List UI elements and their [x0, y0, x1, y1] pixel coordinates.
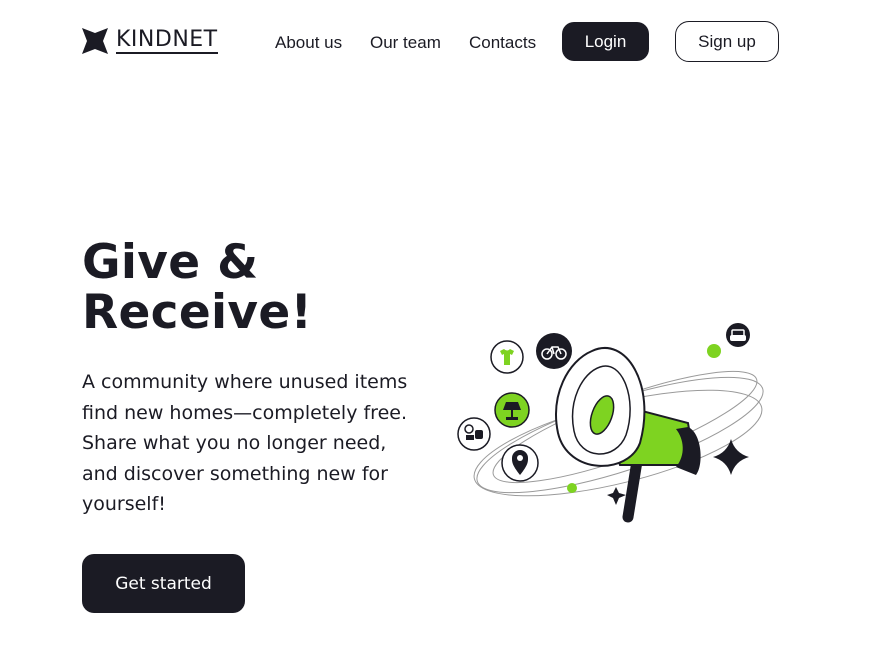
sparkle-small-icon	[607, 487, 626, 505]
nav-contacts[interactable]: Contacts	[469, 33, 536, 53]
get-started-button[interactable]: Get started	[82, 554, 245, 613]
gamepad-icon	[457, 417, 491, 451]
megaphone-illustration	[457, 323, 764, 523]
orbit-dot-icon	[567, 483, 577, 493]
sparkle-icon	[713, 439, 749, 475]
bicycle-icon	[536, 333, 572, 369]
hero-title: Give & Receive!	[82, 238, 422, 338]
star-logo-icon	[82, 28, 108, 54]
hero-description: A community where unused items find new …	[82, 371, 408, 515]
brand-name: KINDNET	[116, 26, 218, 54]
nav-our-team[interactable]: Our team	[370, 33, 441, 53]
nav-about-us[interactable]: About us	[275, 33, 342, 53]
hero-title-line2: Receive!	[82, 285, 313, 340]
orbit-dot-icon	[707, 344, 721, 358]
lamp-icon	[494, 392, 530, 428]
shirt-icon	[490, 340, 524, 374]
location-pin-icon	[501, 444, 539, 482]
brand-logo[interactable]: KINDNET	[82, 27, 218, 55]
signup-button[interactable]: Sign up	[675, 21, 779, 62]
sofa-icon	[726, 323, 750, 347]
login-button[interactable]: Login	[562, 22, 649, 61]
hero-title-line1: Give &	[82, 235, 259, 290]
site-header: KINDNET About us Our team Contacts Login…	[0, 0, 877, 86]
